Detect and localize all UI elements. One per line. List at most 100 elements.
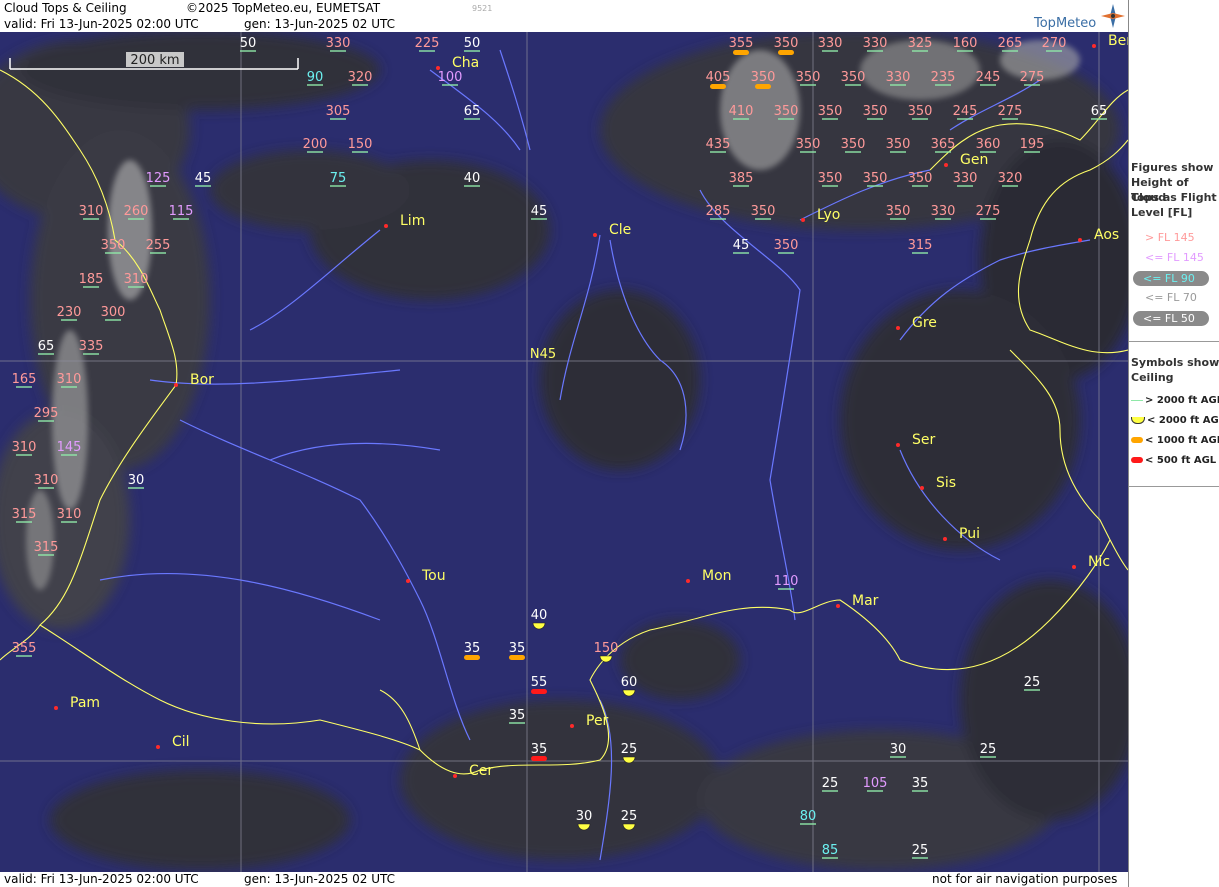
cloud-top-label: 105 [863, 776, 888, 792]
fl-value: 350 [818, 171, 843, 186]
fl-value: 330 [886, 70, 911, 85]
topmeteo-logo: TopMeteo [1034, 16, 1097, 31]
fl-value: 315 [908, 238, 933, 253]
fl-value: 355 [12, 641, 37, 656]
fl-value: 260 [124, 204, 149, 219]
cloud-map[interactable]: 200 km N45 Cha Ber Gen Lim Cle Lyo Aos Gre Bor Se… [0, 32, 1128, 872]
legend-divider [1129, 341, 1219, 342]
city-marker[interactable]: Ber [1092, 33, 1128, 49]
cloud-top-label: 45 [531, 204, 548, 220]
fl-value: 275 [976, 204, 1001, 219]
fl-value: 35 [464, 641, 481, 656]
fl-value: 350 [796, 70, 821, 85]
fl-value: 145 [57, 440, 82, 455]
city-label: Lyo [817, 207, 840, 223]
fl-value: 350 [908, 171, 933, 186]
city-marker[interactable]: Mon [686, 568, 732, 584]
city-label: Sis [936, 475, 956, 491]
fl-value: 405 [706, 70, 731, 85]
ceiling-bar-icon [755, 84, 771, 89]
footer-valid-time: valid: Fri 13-Jun-2025 02:00 UTC [4, 872, 199, 886]
ceiling-bar-icon [710, 84, 726, 89]
cloud-top-label: 310 [12, 440, 36, 456]
cloud-top-label: 310 [79, 204, 103, 220]
city-marker[interactable]: Cha [436, 55, 479, 71]
cloud-top-label: 350 [818, 171, 843, 187]
city-label: Ser [912, 432, 936, 448]
cloud-top-label: 145 [57, 440, 82, 456]
legend-divider-bottom [1129, 486, 1219, 487]
cloud-top-label: 310 [34, 473, 59, 489]
footer-gen-time: gen: 13-Jun-2025 02 UTC [244, 872, 396, 886]
cloud-top-label: 260 [124, 204, 149, 220]
cloud-top-label: 25 [980, 742, 996, 758]
city-dot-icon [1078, 238, 1082, 242]
ceiling-legend-label: < 2000 ft AGL [1147, 415, 1219, 426]
fl-value: 310 [34, 473, 59, 488]
city-label: Pam [70, 695, 100, 711]
city-dot-icon [174, 383, 178, 387]
city-marker[interactable]: Cle [593, 222, 631, 238]
cloud-top-label: 275 [1020, 70, 1045, 86]
cloud-top-label: 230 [57, 305, 81, 321]
disclaimer: not for air navigation purposes [932, 872, 1118, 886]
ceiling-semicircle-icon [622, 689, 636, 697]
fl-value: 30 [576, 809, 593, 824]
fl-value: 30 [890, 742, 907, 757]
fl-value: 50 [464, 36, 481, 51]
city-label: Nic [1088, 554, 1110, 570]
fl-value: 105 [863, 776, 888, 791]
cloud-top-label: 320 [998, 171, 1022, 187]
city-dot-icon [801, 218, 805, 222]
fl-value: 350 [751, 204, 776, 219]
cloud-top-label: 150 [594, 641, 618, 663]
fl-value: 75 [330, 171, 347, 186]
fl-value: 45 [531, 204, 548, 219]
fl-value: 350 [841, 137, 866, 152]
legend-symbols-title-1: Symbols show [1131, 356, 1219, 369]
cloud-top-label: 40 [464, 171, 480, 187]
cloud-top-label: 350 [796, 137, 820, 153]
cloud-top-label: 195 [1020, 137, 1045, 153]
city-dot-icon [1072, 565, 1076, 569]
fl-value: 50 [240, 36, 257, 51]
city-marker[interactable]: Cil [156, 734, 190, 750]
fl-value: 235 [931, 70, 956, 85]
cloud-top-label: 60 [621, 675, 637, 697]
fl-value: 275 [1020, 70, 1045, 85]
image-code: 9521 [472, 4, 493, 13]
city-dot-icon [384, 224, 388, 228]
ceiling-symbol-icon [1131, 457, 1143, 463]
ceiling-legend-label: < 1000 ft AGL [1145, 435, 1219, 446]
cloud-top-label: 300 [101, 305, 125, 321]
fl-value: 35 [531, 742, 548, 757]
fl-value: 350 [774, 238, 799, 253]
cloud-top-label: 285 [706, 204, 730, 220]
fl-value: 245 [953, 104, 978, 119]
cloud-top-label: 100 [438, 70, 462, 86]
fl-value: 365 [931, 137, 956, 152]
city-dot-icon [920, 486, 924, 490]
fl-value: 90 [307, 70, 324, 85]
fl-value: 355 [729, 36, 754, 51]
ceiling-bar-icon [733, 50, 749, 55]
header-bar: Cloud Tops & Ceiling ©2025 TopMeteo.eu, … [0, 0, 1128, 32]
city-marker[interactable]: Nic [1072, 554, 1110, 570]
ceiling-semicircle-icon [599, 655, 613, 663]
fl-value: 195 [1020, 137, 1045, 152]
cloud-top-label: 50 [240, 36, 257, 52]
cloud-texture [0, 32, 1128, 870]
city-label: Tou [421, 568, 446, 584]
cloud-top-label: 330 [326, 36, 350, 52]
fl-value: 45 [733, 238, 750, 253]
cloud-top-label: 115 [169, 204, 193, 220]
ceiling-legend-label: > 2000 ft AGL [1145, 395, 1219, 406]
city-label: Gen [960, 152, 988, 168]
fl-value: 350 [908, 104, 933, 119]
cloud-top-label: 80 [800, 809, 816, 825]
cloud-top-label: 325 [908, 36, 932, 52]
city-marker[interactable]: Tou [406, 568, 446, 584]
cloud-top-label: 315 [12, 507, 36, 523]
city-marker[interactable]: Pam [54, 695, 100, 711]
city-label: Cle [609, 222, 631, 238]
